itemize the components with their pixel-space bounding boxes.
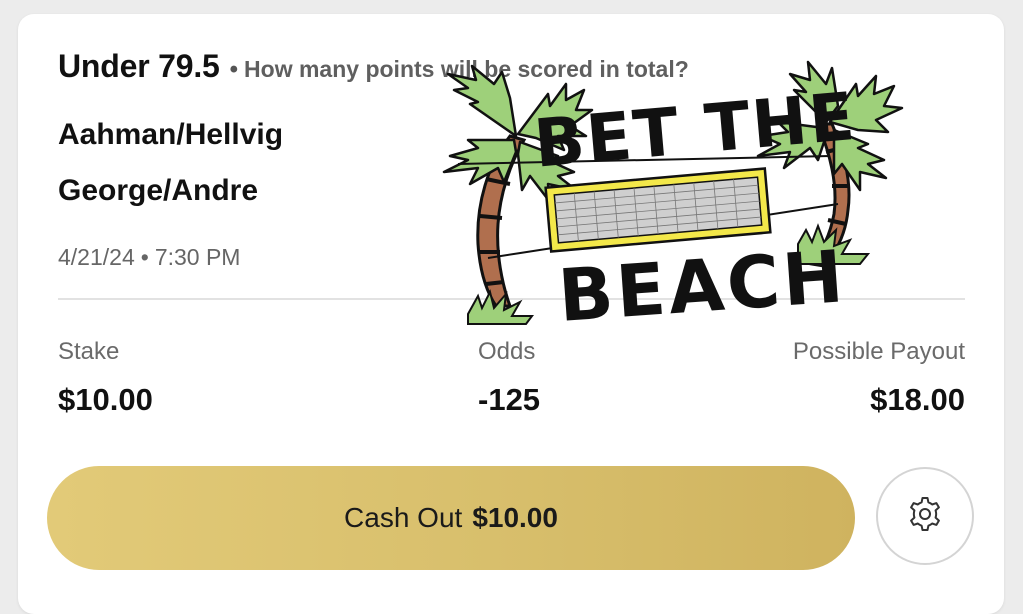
team-1-name: Aahman/Hellvig	[58, 118, 284, 151]
cash-out-label: Cash Out	[344, 502, 463, 533]
cash-out-button[interactable]: Cash Out $10.00	[47, 466, 855, 570]
separator-dot: •	[229, 56, 239, 83]
stake-value: $10.00	[58, 382, 153, 417]
gear-icon	[905, 494, 945, 539]
bet-the-beach-logo: BET THE BEACH	[398, 44, 910, 338]
payout-label: Possible Payout	[792, 338, 965, 365]
bet-selection: Under 79.5	[58, 48, 220, 84]
odds-label: Odds	[478, 338, 536, 365]
team-2-name: George/Andre	[58, 174, 259, 207]
separator-dot: •	[140, 244, 149, 270]
stake-label: Stake	[58, 338, 120, 365]
logo-text-line-2: BEACH	[556, 234, 849, 334]
odds-value: -125	[478, 382, 541, 417]
settings-button[interactable]	[876, 467, 974, 565]
cash-out-amount: $10.00	[472, 502, 558, 533]
payout-value: $18.00	[870, 382, 965, 417]
event-time: 7:30 PM	[154, 244, 241, 270]
event-datetime: 4/21/24 • 7:30 PM	[58, 244, 240, 271]
event-date: 4/21/24	[58, 244, 135, 270]
